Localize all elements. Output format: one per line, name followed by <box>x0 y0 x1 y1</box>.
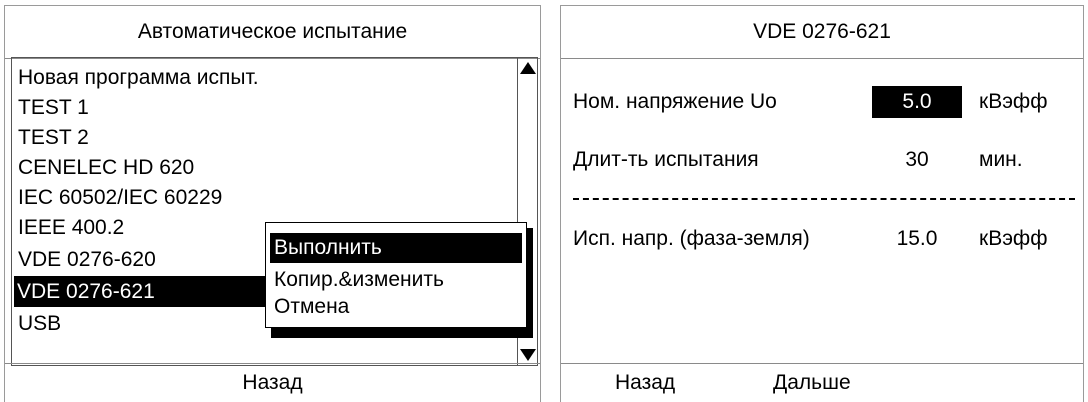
param-row-test-duration: Длит-ть испытания 30 мин. <box>573 144 1071 176</box>
param-value-field[interactable]: 5.0 <box>872 86 962 118</box>
list-item-iec[interactable]: IEC 60502/IEC 60229 <box>15 182 515 213</box>
param-unit: кВэфф <box>979 227 1048 250</box>
param-unit: кВэфф <box>979 90 1048 113</box>
dashed-separator <box>573 198 1075 200</box>
back-button[interactable]: Назад <box>615 364 675 402</box>
back-button[interactable]: Назад <box>5 364 540 402</box>
context-menu: Выполнить Копир.&изменить Отмена <box>265 222 527 328</box>
menu-item-cancel[interactable]: Отмена <box>270 292 522 322</box>
left-footer: Назад <box>5 363 540 402</box>
scroll-down-arrow-icon[interactable] <box>520 349 536 361</box>
param-label: Исп. напр. (фаза-земля) <box>573 227 810 250</box>
panel-title: Автоматическое испытание <box>5 6 540 59</box>
menu-item-copy-edit[interactable]: Копир.&изменить <box>270 265 522 295</box>
param-row-test-voltage-phase-earth: Исп. напр. (фаза-земля) 15.0 кВэфф <box>573 223 1071 255</box>
list-item-cenelec[interactable]: CENELEC HD 620 <box>15 152 515 183</box>
param-value-field[interactable]: 30 <box>872 144 962 176</box>
list-item-new-program[interactable]: Новая программа испыт. <box>15 62 515 93</box>
param-label: Длит-ть испытания <box>573 148 759 171</box>
param-unit: мин. <box>979 148 1023 171</box>
auto-test-panel: Автоматическое испытание Новая программа… <box>4 5 541 402</box>
list-item-test-1[interactable]: TEST 1 <box>15 92 515 123</box>
test-parameters-panel: VDE 0276-621 Ном. напряжение Uo 5.0 кВэф… <box>560 5 1084 402</box>
param-value-readonly: 15.0 <box>896 227 938 250</box>
panel-title: VDE 0276-621 <box>561 6 1083 59</box>
list-item-test-2[interactable]: TEST 2 <box>15 122 515 153</box>
param-label: Ном. напряжение Uo <box>573 90 777 113</box>
menu-item-run[interactable]: Выполнить <box>270 233 522 263</box>
param-row-nominal-voltage: Ном. напряжение Uo 5.0 кВэфф <box>573 86 1071 118</box>
scroll-up-arrow-icon[interactable] <box>520 62 536 74</box>
right-footer: Назад Дальше <box>561 363 1083 402</box>
next-button[interactable]: Дальше <box>773 364 851 402</box>
